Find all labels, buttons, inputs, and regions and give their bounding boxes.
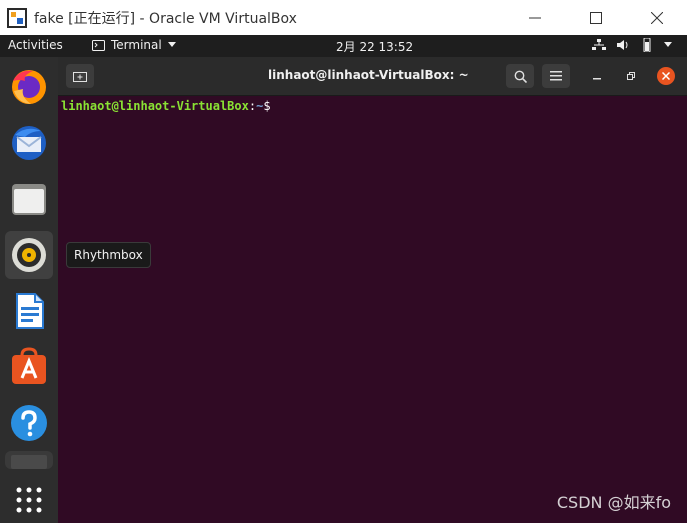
files-icon bbox=[12, 184, 46, 215]
volume-icon bbox=[617, 40, 628, 50]
help-icon bbox=[11, 405, 47, 441]
clock[interactable]: 2月 22 13:52 bbox=[336, 38, 413, 55]
app-grid-icon[interactable] bbox=[16, 487, 42, 513]
activities-button[interactable]: Activities bbox=[8, 38, 63, 52]
dock-item-help[interactable] bbox=[5, 399, 53, 447]
host-window-title: fake [正在运行] - Oracle VM VirtualBox bbox=[34, 10, 297, 27]
host-minimize-button[interactable] bbox=[504, 0, 565, 35]
dock-item-firefox[interactable] bbox=[5, 63, 53, 111]
watermark: CSDN @如来fo bbox=[556, 493, 671, 512]
terminal-window-title: linhaot@linhaot-VirtualBox: ~ bbox=[268, 68, 469, 82]
terminal-small-icon bbox=[92, 39, 105, 51]
prompt-colon: : bbox=[248, 99, 257, 113]
minimize-icon bbox=[528, 17, 541, 18]
terminal-close-button[interactable] bbox=[657, 67, 675, 85]
chevron-down-icon bbox=[167, 42, 176, 47]
software-icon bbox=[12, 347, 46, 384]
host-maximize-button[interactable] bbox=[565, 0, 626, 35]
rhythmbox-icon bbox=[12, 238, 46, 272]
maximize-icon bbox=[589, 11, 602, 24]
terminal-header-bar: linhaot@linhaot-VirtualBox: ~ bbox=[58, 57, 687, 96]
host-titlebar: fake [正在运行] - Oracle VM VirtualBox bbox=[0, 0, 687, 35]
dock-item-thunderbird[interactable] bbox=[5, 119, 53, 167]
system-tray[interactable] bbox=[592, 38, 672, 52]
dock bbox=[0, 57, 58, 523]
shell-prompt: linhaot@linhaot-VirtualBox:~$ bbox=[61, 99, 271, 113]
terminal-window: linhaot@linhaot-VirtualBox: ~ linhaot@li… bbox=[58, 57, 687, 523]
virtualbox-icon bbox=[7, 7, 27, 28]
prompt-symbol: $ bbox=[263, 99, 271, 113]
close-icon bbox=[662, 72, 670, 80]
hamburger-menu-icon bbox=[550, 71, 562, 81]
dock-tooltip: Rhythmbox bbox=[66, 242, 151, 268]
ubuntu-top-bar: Activities Terminal 2月 22 13:52 bbox=[0, 35, 687, 57]
close-icon bbox=[650, 11, 663, 24]
terminal-menu-button[interactable] bbox=[542, 64, 570, 88]
terminal-minimize-button[interactable] bbox=[588, 67, 606, 85]
firefox-icon bbox=[12, 70, 46, 104]
restore-icon bbox=[627, 72, 635, 80]
terminal-search-button[interactable] bbox=[506, 64, 534, 88]
search-icon bbox=[514, 70, 527, 83]
libreoffice-writer-icon bbox=[16, 293, 44, 329]
app-menu-button[interactable]: Terminal bbox=[92, 38, 176, 52]
terminal-body[interactable]: linhaot@linhaot-VirtualBox:~$ bbox=[58, 95, 687, 523]
prompt-user: linhaot@linhaot-VirtualBox bbox=[61, 99, 249, 113]
chevron-down-icon bbox=[664, 42, 672, 47]
dock-item-terminal[interactable] bbox=[5, 451, 53, 469]
app-menu-label: Terminal bbox=[111, 38, 162, 52]
dock-item-software[interactable] bbox=[5, 343, 53, 391]
terminal-icon bbox=[11, 455, 47, 469]
battery-icon bbox=[643, 38, 651, 52]
network-icon bbox=[592, 39, 606, 50]
host-close-button[interactable] bbox=[626, 0, 687, 35]
new-tab-icon bbox=[73, 72, 87, 82]
new-tab-button[interactable] bbox=[66, 64, 94, 88]
thunderbird-icon bbox=[12, 126, 46, 160]
terminal-maximize-button[interactable] bbox=[622, 67, 640, 85]
host-window-controls bbox=[504, 0, 687, 35]
minimize-icon bbox=[593, 78, 601, 80]
dock-item-writer[interactable] bbox=[5, 287, 53, 335]
dock-item-rhythmbox[interactable] bbox=[5, 231, 53, 279]
dock-item-files[interactable] bbox=[5, 175, 53, 223]
